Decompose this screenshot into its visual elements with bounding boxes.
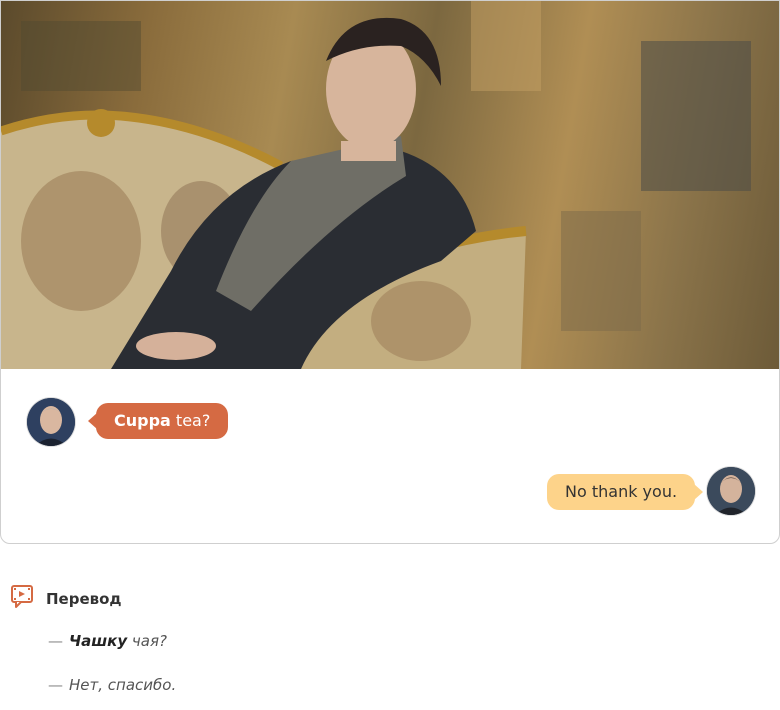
dialogue-card: Cuppa tea? No thank you.	[0, 0, 780, 544]
translation-text: Нет, спасибо.	[69, 676, 177, 694]
scene-illustration	[1, 1, 751, 369]
translation-line: — Нет, спасибо.	[48, 676, 176, 694]
translation-line: — Чашку чая?	[48, 632, 167, 650]
translation-title: Перевод	[46, 590, 122, 608]
dash: —	[48, 676, 63, 694]
message-rest: tea?	[170, 411, 211, 430]
dash: —	[48, 632, 63, 650]
message-bubble-right: No thank you.	[547, 474, 704, 510]
speaker-right-avatar	[707, 467, 755, 515]
message-bold-word: Cuppa	[114, 411, 171, 430]
translation-rest: чая?	[127, 632, 167, 650]
message-text: No thank you.	[565, 482, 678, 501]
message-bubble-left: Cuppa tea?	[87, 403, 229, 439]
translation-header: Перевод	[10, 584, 122, 614]
film-icon	[10, 584, 36, 614]
scene-photo	[1, 1, 779, 369]
speaker-left-avatar	[27, 398, 75, 446]
translation-bold-word: Чашку	[69, 632, 128, 650]
dialogue-area: Cuppa tea? No thank you.	[1, 369, 779, 543]
